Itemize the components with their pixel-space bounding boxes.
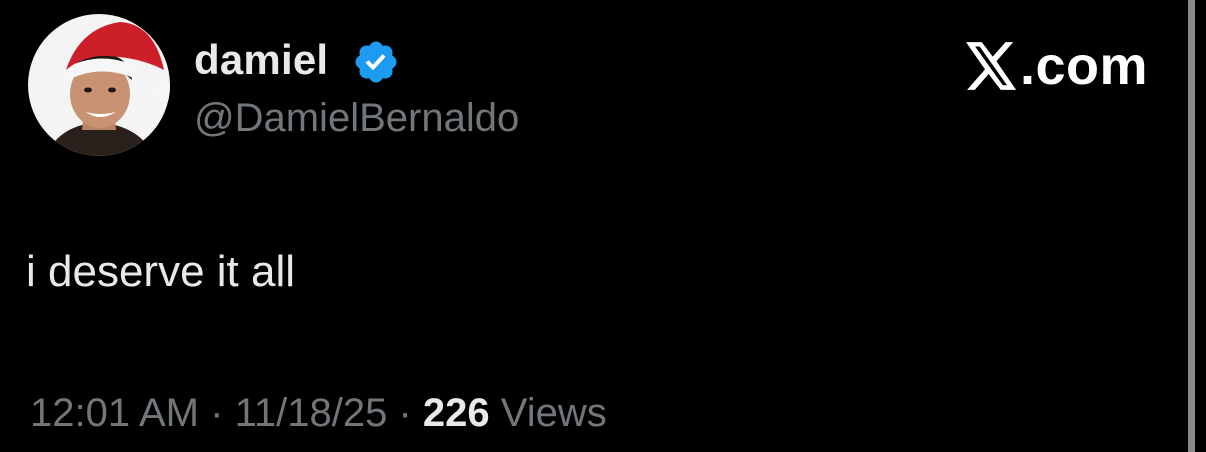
tweet-meta: 12:01 AM · 11/18/25 · 226 Views [30, 386, 607, 440]
display-name[interactable]: damiel [194, 34, 328, 86]
avatar-image [28, 14, 170, 156]
views-count: 226 [422, 391, 490, 435]
meta-separator: · [398, 391, 412, 435]
brand-watermark: .com [966, 36, 1148, 96]
tweet-time[interactable]: 12:01 AM [30, 391, 199, 435]
tweet-date[interactable]: 11/18/25 [235, 391, 388, 435]
user-handle[interactable]: @DamielBernaldo [194, 92, 519, 144]
avatar[interactable] [28, 14, 170, 156]
scrollbar[interactable] [1188, 0, 1195, 452]
views-label: Views [500, 391, 607, 435]
x-logo-icon [966, 42, 1017, 90]
meta-separator: · [210, 391, 224, 435]
verified-badge-icon [355, 41, 397, 83]
brand-domain: .com [1020, 36, 1149, 96]
tweet-text: i deserve it all [26, 247, 296, 296]
